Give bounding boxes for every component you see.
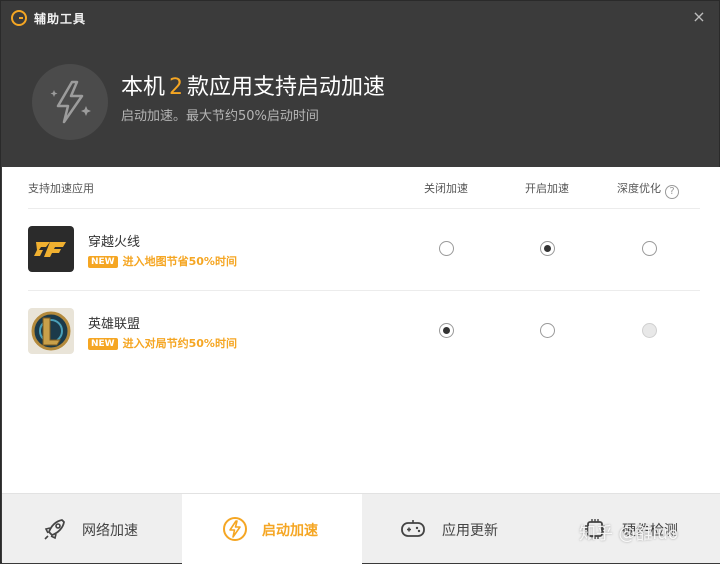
lightning-icon xyxy=(223,517,247,541)
new-badge: NEW xyxy=(88,256,118,268)
column-header-off: 关闭加速 xyxy=(424,182,468,195)
new-badge: NEW xyxy=(88,338,118,350)
gamepad-icon xyxy=(401,520,425,537)
tab-network-boost[interactable]: 网络加速 xyxy=(2,494,182,564)
league-of-legends-icon xyxy=(28,308,74,354)
header-banner: 本机 2 款应用支持启动加速 启动加速。最大节约50%启动时间 xyxy=(1,35,719,167)
app-list-panel: 支持加速应用 关闭加速 开启加速 深度优化? 穿越火线 NEW 进入地图节省50%… xyxy=(2,167,720,493)
app-tip-text: 进入地图节省50%时间 xyxy=(122,255,237,268)
app-name: 穿越火线 xyxy=(88,235,141,250)
app-tip: NEW 进入地图节省50%时间 xyxy=(88,253,237,269)
column-header-on: 开启加速 xyxy=(525,182,569,195)
title-bar: 辅助工具 × xyxy=(1,1,719,35)
help-icon[interactable]: ? xyxy=(665,185,679,199)
hero-title-suffix: 款应用支持启动加速 xyxy=(187,75,386,100)
g-logo-icon xyxy=(11,10,27,26)
window-title: 辅助工具 xyxy=(34,12,87,26)
radio-on-lol[interactable] xyxy=(540,323,555,338)
lightning-sparkle-icon xyxy=(32,64,108,140)
tab-label: 网络加速 xyxy=(82,523,138,539)
crossfire-icon xyxy=(28,226,74,272)
tab-label: 应用更新 xyxy=(442,523,498,539)
tab-app-update[interactable]: 应用更新 xyxy=(362,494,542,564)
radio-on-cf[interactable] xyxy=(540,241,555,256)
hero-title: 本机 2 款应用支持启动加速 xyxy=(121,69,385,101)
app-name: 英雄联盟 xyxy=(88,317,141,332)
hero-title-prefix: 本机 xyxy=(121,75,166,100)
table-row-cf: 穿越火线 NEW 进入地图节省50%时间 xyxy=(28,209,700,291)
column-header-deep: 深度优化? xyxy=(617,180,679,199)
table-row-lol: 英雄联盟 NEW 进入对局节约50%时间 xyxy=(28,291,700,373)
rocket-icon xyxy=(44,519,65,540)
assistant-tools-window: 辅助工具 × 本机 2 款应用支持启动加速 启动加速。最大节约50%启动时间 支持加… xyxy=(0,0,720,564)
app-tip-text: 进入对局节约50%时间 xyxy=(122,337,237,350)
close-button[interactable]: × xyxy=(689,7,709,27)
tab-label: 启动加速 xyxy=(262,523,318,539)
column-header-app: 支持加速应用 xyxy=(28,182,94,195)
table-header: 支持加速应用 关闭加速 开启加速 深度优化? xyxy=(28,167,700,209)
app-tip: NEW 进入对局节约50%时间 xyxy=(88,335,237,351)
radio-deep-cf[interactable] xyxy=(642,241,657,256)
supported-app-count: 2 xyxy=(169,75,184,100)
radio-deep-lol xyxy=(642,323,657,338)
radio-off-cf[interactable] xyxy=(439,241,454,256)
column-header-deep-label: 深度优化 xyxy=(617,182,661,195)
radio-off-lol[interactable] xyxy=(439,323,454,338)
hero-subtitle: 启动加速。最大节约50%启动时间 xyxy=(121,109,319,124)
watermark: 知乎 @雒luo xyxy=(579,524,679,544)
tab-launch-boost[interactable]: 启动加速 xyxy=(182,494,362,564)
